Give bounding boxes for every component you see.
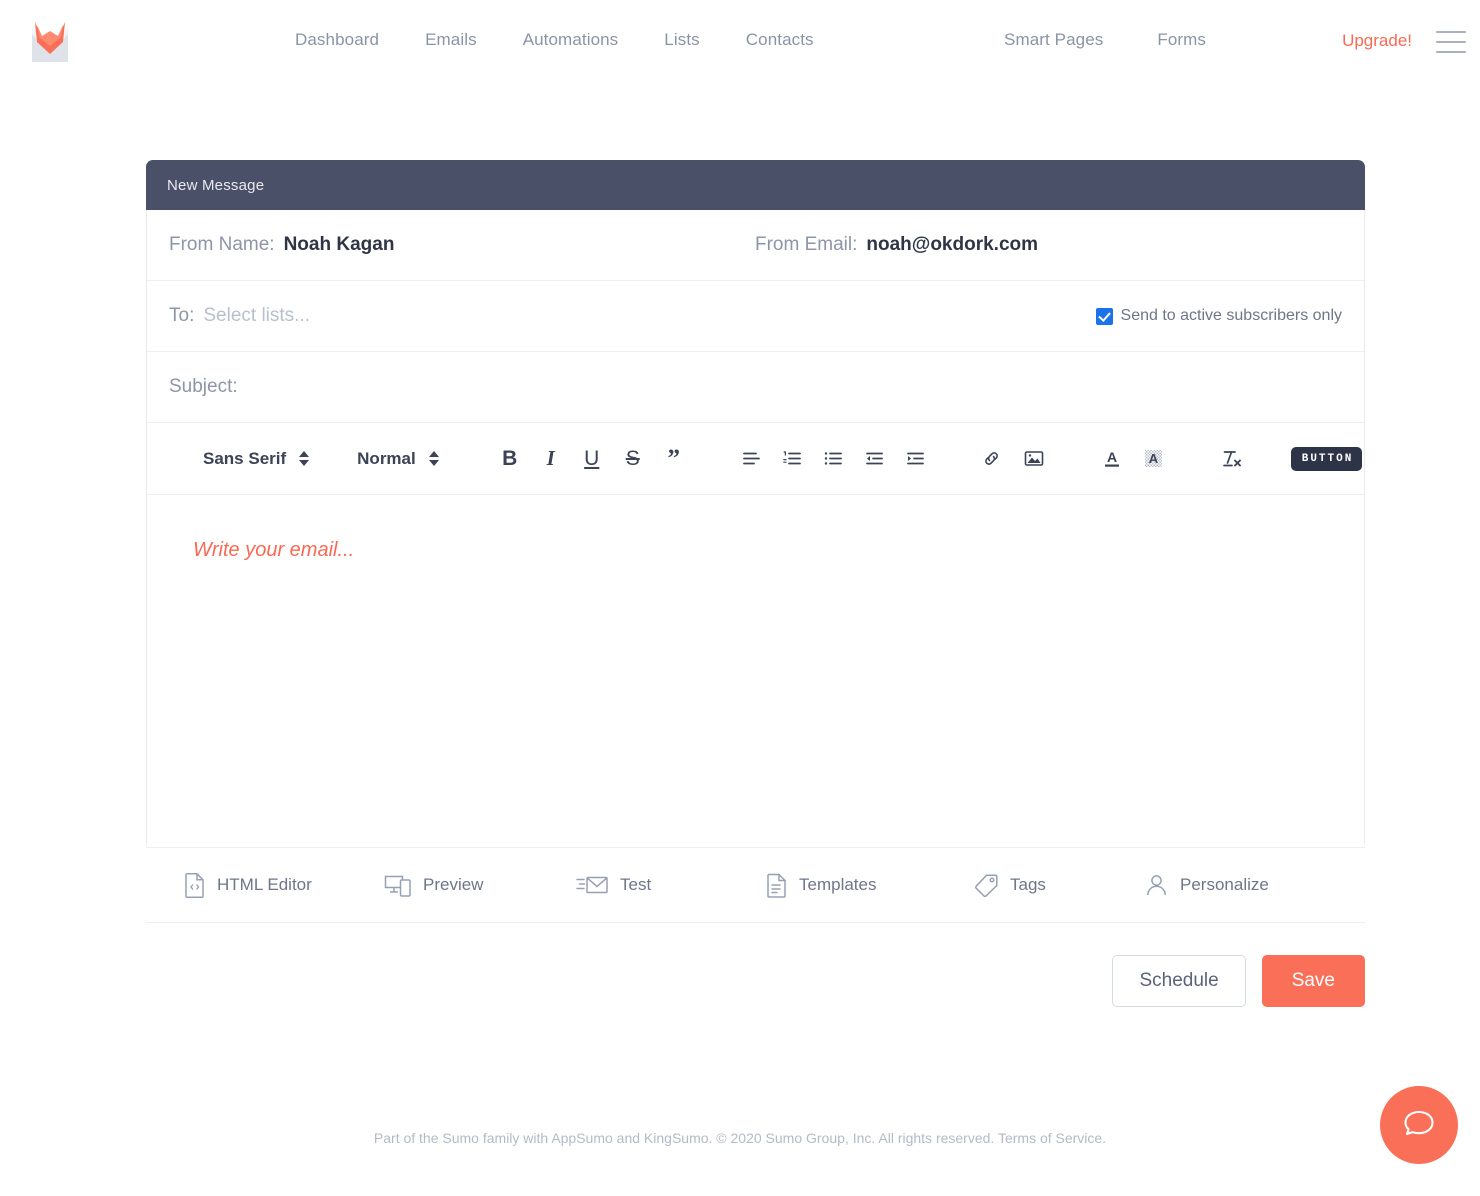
strikethrough-icon[interactable]: S	[618, 444, 648, 474]
action-templates[interactable]: Templates	[766, 872, 974, 898]
action-preview-label: Preview	[423, 875, 484, 894]
unordered-list-icon[interactable]	[819, 444, 849, 474]
link-icon[interactable]	[977, 444, 1007, 474]
bold-icon[interactable]: B	[495, 444, 525, 474]
ordered-list-icon[interactable]	[778, 444, 808, 474]
action-preview[interactable]: Preview	[384, 873, 576, 898]
composer-card-body: From Name: Noah Kagan From Email: noah@o…	[146, 210, 1365, 848]
subject-row: Subject:	[147, 352, 1364, 423]
active-subscribers-checkbox[interactable]	[1095, 307, 1113, 325]
primary-nav: Dashboard Emails Automations Lists Conta…	[295, 30, 860, 50]
subject-label: Subject:	[169, 376, 238, 397]
from-name-value[interactable]: Noah Kagan	[284, 234, 395, 256]
italic-glyph: I	[546, 446, 555, 470]
svg-text:A: A	[1107, 449, 1117, 465]
page-footer: Part of the Sumo family with AppSumo and…	[0, 1130, 1480, 1146]
italic-icon[interactable]: I	[536, 444, 566, 474]
nav-link-automations[interactable]: Automations	[523, 30, 619, 50]
template-document-icon	[766, 872, 788, 898]
to-label: To:	[169, 305, 195, 326]
new-message-composer: New Message From Name: Noah Kagan From E…	[146, 160, 1365, 1007]
chevron-updown-icon	[428, 451, 439, 466]
email-body-editor[interactable]: Write your email...	[147, 495, 1364, 847]
email-body-placeholder: Write your email...	[193, 539, 355, 561]
blockquote-glyph: ”	[667, 445, 680, 472]
top-navigation-bar: Dashboard Emails Automations Lists Conta…	[0, 0, 1480, 88]
chat-widget-button[interactable]	[1380, 1086, 1458, 1164]
image-icon[interactable]	[1019, 444, 1049, 474]
action-personalize-label: Personalize	[1180, 875, 1269, 894]
font-family-value: Sans Serif	[203, 448, 287, 468]
background-color-icon[interactable]: A	[1139, 444, 1169, 474]
active-subscribers-label: Send to active subscribers only	[1120, 307, 1342, 324]
nav-link-contacts[interactable]: Contacts	[746, 30, 814, 50]
terms-of-service-link[interactable]: Terms of Service.	[998, 1130, 1106, 1146]
chevron-updown-icon	[299, 451, 310, 466]
secondary-nav: Smart Pages Forms	[1004, 30, 1260, 50]
action-personalize[interactable]: Personalize	[1144, 873, 1269, 898]
underline-icon[interactable]: U	[577, 444, 607, 474]
footer-copyright-text: Part of the Sumo family with AppSumo and…	[373, 1130, 995, 1146]
devices-preview-icon	[384, 873, 412, 898]
svg-text:A: A	[1149, 451, 1159, 466]
indent-icon[interactable]	[901, 444, 931, 474]
test-envelope-icon	[576, 873, 609, 897]
from-row: From Name: Noah Kagan From Email: noah@o…	[147, 210, 1364, 281]
nav-link-lists[interactable]: Lists	[664, 30, 699, 50]
text-color-icon[interactable]: A	[1097, 444, 1127, 474]
font-size-value: Normal	[357, 448, 416, 468]
tag-icon	[974, 873, 999, 898]
clear-formatting-icon[interactable]	[1217, 444, 1247, 474]
upgrade-link[interactable]: Upgrade!	[1342, 31, 1412, 51]
nav-link-smart-pages[interactable]: Smart Pages	[1004, 30, 1103, 50]
insert-button-pill[interactable]: BUTTON	[1290, 446, 1363, 471]
active-subscribers-checkbox-group[interactable]: Send to active subscribers only	[1095, 307, 1342, 325]
action-tags[interactable]: Tags	[974, 873, 1144, 898]
person-icon	[1144, 873, 1169, 898]
nav-link-dashboard[interactable]: Dashboard	[295, 30, 379, 50]
bold-glyph: B	[502, 447, 518, 470]
save-button[interactable]: Save	[1261, 955, 1365, 1007]
font-family-select[interactable]: Sans Serif	[203, 448, 310, 469]
composer-footer-buttons: Schedule Save	[146, 923, 1365, 1007]
blockquote-icon[interactable]: ”	[659, 444, 689, 474]
hamburger-menu-icon[interactable]	[1436, 31, 1466, 53]
strikethrough-glyph: S	[625, 447, 640, 470]
nav-link-forms[interactable]: Forms	[1157, 30, 1206, 50]
font-size-select[interactable]: Normal	[357, 449, 439, 469]
to-row: To: Select lists... Send to active subsc…	[147, 281, 1364, 352]
kingsumo-envelope-logo[interactable]	[30, 20, 70, 66]
outdent-icon[interactable]	[860, 444, 890, 474]
schedule-button[interactable]: Schedule	[1112, 955, 1246, 1007]
nav-link-emails[interactable]: Emails	[425, 30, 477, 50]
action-templates-label: Templates	[799, 875, 877, 894]
action-test[interactable]: Test	[576, 873, 766, 897]
composer-action-bar: HTML Editor Preview Test Templates Tags …	[146, 847, 1365, 923]
html-code-file-icon	[184, 872, 206, 898]
to-select-lists-input[interactable]: Select lists...	[203, 305, 310, 327]
action-test-label: Test	[620, 875, 652, 894]
composer-title-bar: New Message	[146, 160, 1365, 210]
action-html-editor-label: HTML Editor	[217, 875, 312, 894]
align-left-icon[interactable]	[737, 444, 767, 474]
composer-title: New Message	[167, 176, 265, 194]
from-email-value[interactable]: noah@okdork.com	[866, 234, 1038, 256]
underline-glyph: U	[584, 447, 600, 470]
action-html-editor[interactable]: HTML Editor	[184, 872, 384, 898]
from-email-label: From Email:	[755, 234, 858, 255]
chat-bubble-icon	[1402, 1107, 1436, 1144]
from-email-group: From Email: noah@okdork.com	[755, 234, 1038, 256]
editor-toolbar: Sans Serif Normal B I U S ” A A BUTTON	[147, 423, 1364, 495]
action-tags-label: Tags	[1010, 875, 1046, 894]
from-name-label: From Name:	[169, 234, 275, 255]
